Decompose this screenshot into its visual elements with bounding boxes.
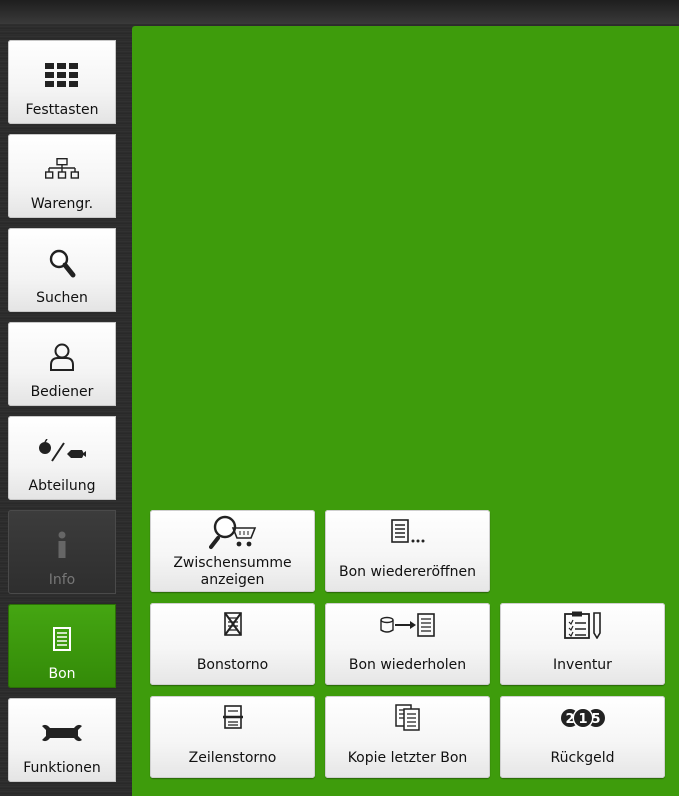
cancel-receipt-button[interactable]: Bonstorno [150, 603, 315, 685]
line-cancel-label: Zeilenstorno [188, 749, 277, 766]
subtotal-label: Zwischensumme anzeigen [173, 555, 292, 588]
inventory-button[interactable]: Inventur [500, 603, 665, 685]
coins-icon: 2 5 1 [560, 698, 606, 738]
sidebar-item-label: Funktionen [23, 760, 101, 776]
sidebar-item-warengruppen[interactable]: Warengr. [8, 134, 116, 218]
repeat-receipt-icon [379, 605, 436, 645]
repeat-receipt-button[interactable]: Bon wiederholen [325, 603, 490, 685]
receipt-icon [53, 604, 71, 666]
sidebar-item-bediener[interactable]: Bediener [8, 322, 116, 406]
user-icon [49, 322, 75, 384]
sidebar-item-label: Bon [48, 666, 76, 682]
subtotal-icon [208, 512, 257, 552]
repeat-receipt-label: Bon wiederholen [348, 656, 467, 673]
sidebar-item-suchen[interactable]: Suchen [8, 228, 116, 312]
inventory-icon [563, 605, 603, 645]
keypad-grid-icon [45, 40, 79, 102]
reopen-receipt-button[interactable]: Bon wiedereröffnen [325, 510, 490, 592]
sidebar-item-label: Warengr. [30, 196, 94, 212]
cancel-receipt-label: Bonstorno [196, 656, 269, 673]
sidebar-item-label: Info [48, 572, 76, 588]
hierarchy-icon [45, 134, 79, 196]
sidebar-item-label: Bediener [30, 384, 94, 400]
sidebar-item-info[interactable]: Info [8, 510, 116, 594]
top-bar [0, 0, 679, 24]
wrench-icon [40, 698, 84, 760]
copy-last-receipt-button[interactable]: Kopie letzter Bon [325, 696, 490, 778]
reopen-receipt-icon [390, 512, 425, 552]
reopen-receipt-label: Bon wiedereröffnen [338, 563, 477, 580]
sidebar-item-abteilung[interactable]: Abteilung [8, 416, 116, 500]
sidebar-item-label: Abteilung [28, 478, 96, 494]
subtotal-button[interactable]: Zwischensumme anzeigen [150, 510, 315, 592]
inventory-label: Inventur [553, 656, 612, 673]
svg-text:1: 1 [578, 712, 587, 727]
cancel-receipt-icon [223, 605, 243, 645]
department-icon [38, 416, 86, 478]
info-icon [56, 510, 68, 572]
change-button[interactable]: 2 5 1 Rückgeld [500, 696, 665, 778]
sidebar-item-bon[interactable]: Bon [8, 604, 116, 688]
line-cancel-icon [222, 698, 243, 738]
sidebar-item-label: Suchen [36, 290, 88, 306]
search-icon [48, 228, 76, 290]
function-panel: Zwischensumme anzeigen Bon wiedereröffne… [132, 26, 679, 796]
copy-last-receipt-label: Kopie letzter Bon [347, 749, 468, 766]
sidebar-item-label: Festtasten [25, 102, 99, 118]
line-cancel-button[interactable]: Zeilenstorno [150, 696, 315, 778]
copy-receipt-icon [394, 698, 421, 738]
sidebar-item-funktionen[interactable]: Funktionen [8, 698, 116, 782]
sidebar-item-festtasten[interactable]: Festtasten [8, 40, 116, 124]
change-label: Rückgeld [550, 749, 615, 766]
